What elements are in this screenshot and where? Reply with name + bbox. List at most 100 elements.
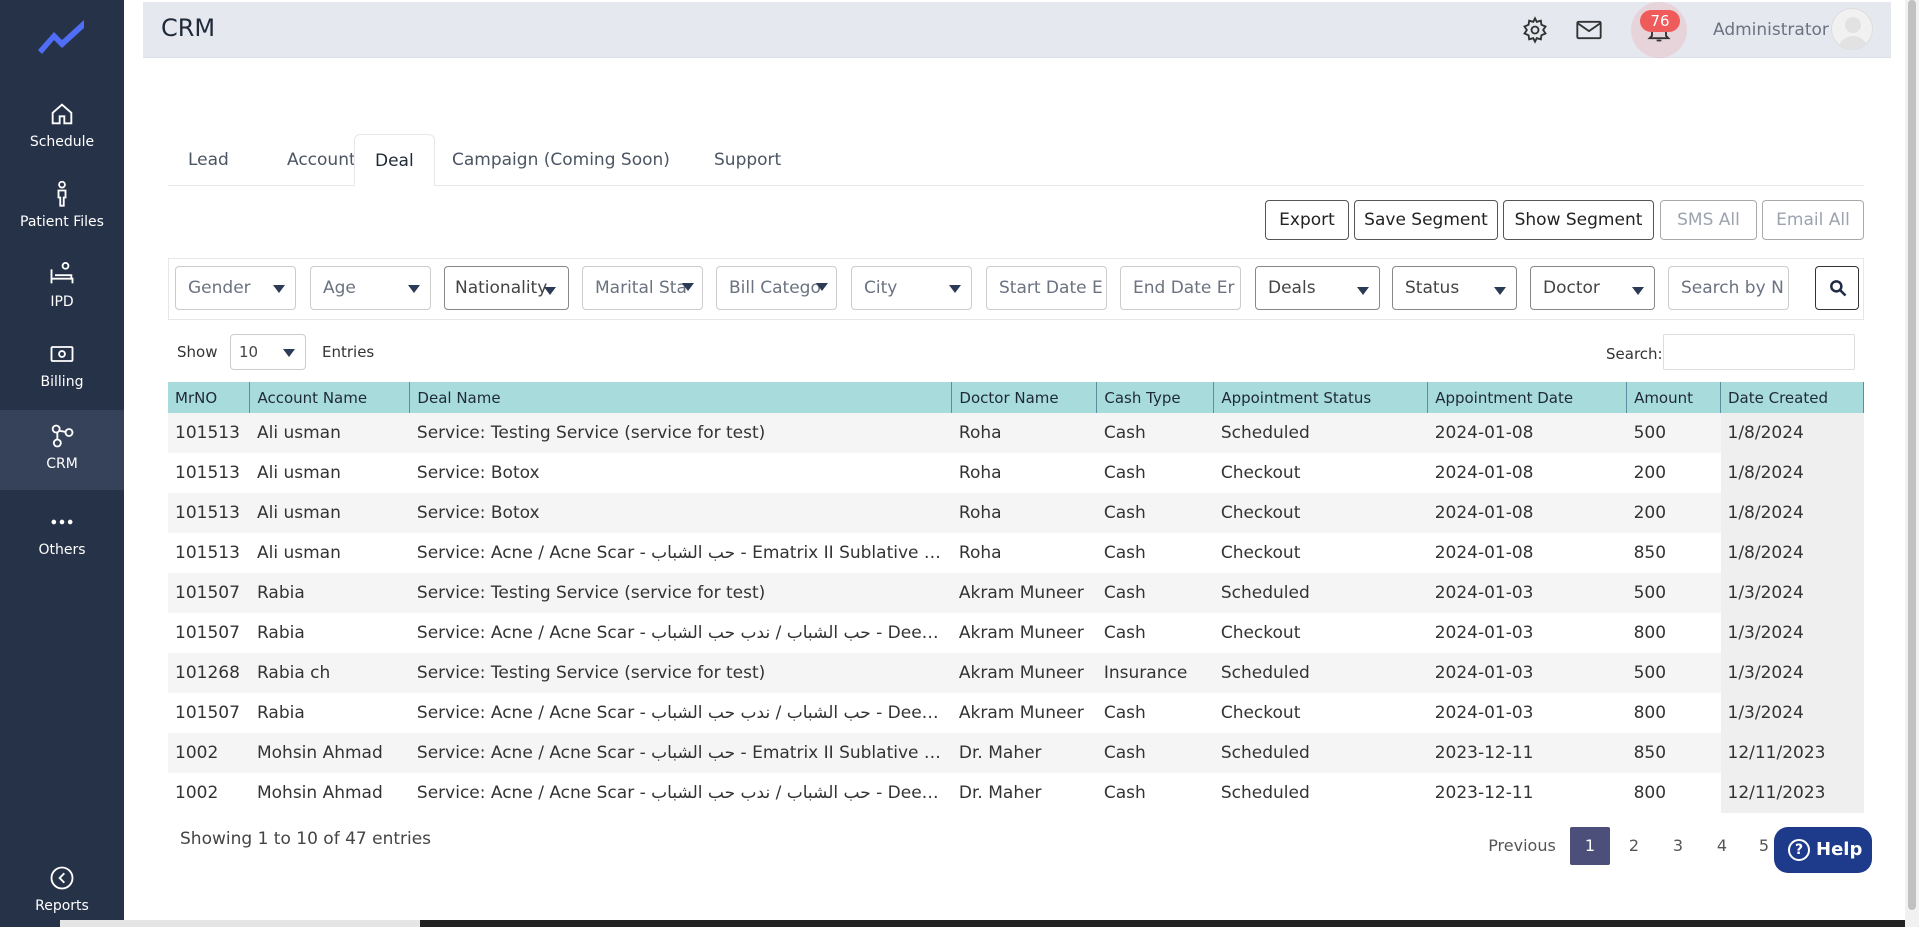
crm-tabs: Lead Account Deal Campaign (Coming Soon)… xyxy=(168,134,1864,186)
gender-select[interactable]: Gender xyxy=(175,266,296,310)
sidebar-item-others[interactable]: Others xyxy=(0,508,124,564)
table-cell: Checkout xyxy=(1213,533,1428,573)
table-cell: Mohsin Ahmad xyxy=(249,773,410,813)
show-segment-button[interactable]: Show Segment xyxy=(1503,200,1654,240)
table-cell: Akram Muneer xyxy=(951,613,1097,653)
table-cell: Scheduled xyxy=(1213,773,1428,813)
table-cell: Ali usman xyxy=(249,533,410,573)
status-select[interactable]: Status xyxy=(1392,266,1517,310)
doctor-select[interactable]: Doctor xyxy=(1530,266,1655,310)
email-all-button[interactable]: Email All xyxy=(1762,200,1864,240)
age-select[interactable]: Age xyxy=(310,266,431,310)
city-select[interactable]: City xyxy=(851,266,972,310)
table-cell: 101513 xyxy=(168,453,250,493)
city-select-label: City xyxy=(864,278,898,298)
table-cell: Checkout xyxy=(1213,613,1428,653)
logo-icon[interactable] xyxy=(36,18,88,54)
sidebar-item-ipd[interactable]: IPD xyxy=(0,260,124,316)
table-cell: Service: Testing Service (service for te… xyxy=(409,413,952,453)
help-button[interactable]: ? Help xyxy=(1774,827,1872,873)
bill-category-select[interactable]: Bill Catego xyxy=(716,266,837,310)
table-row[interactable]: 101513 Ali usman Service: Botox Roha Cash Che… xyxy=(168,493,1864,533)
save-segment-button[interactable]: Save Segment xyxy=(1354,200,1498,240)
table-row[interactable]: 101507 Rabia Service: Acne / Acne Scar - ح… xyxy=(168,693,1864,733)
table-cell: Rabia xyxy=(249,613,410,653)
start-date-input[interactable]: Start Date E xyxy=(986,266,1107,310)
column-header[interactable]: Appointment Status xyxy=(1213,382,1429,413)
tab-lead[interactable]: Lead xyxy=(168,134,249,186)
chevron-down-icon xyxy=(1494,287,1506,295)
table-cell: Service: Acne / Acne Scar - حب الشباب - … xyxy=(409,733,952,773)
end-date-input[interactable]: End Date Er xyxy=(1120,266,1241,310)
table-row[interactable]: 101507 Rabia Service: Acne / Acne Scar - ح… xyxy=(168,613,1864,653)
table-cell: 800 xyxy=(1626,773,1721,813)
table-row[interactable]: 101507 Rabia Service: Testing Service (ser… xyxy=(168,573,1864,613)
entries-select-value: 10 xyxy=(239,343,259,361)
column-header[interactable]: Cash Type xyxy=(1096,382,1215,413)
table-cell: 101513 xyxy=(168,533,250,573)
table-search-input[interactable] xyxy=(1663,334,1855,370)
table-cell: Service: Acne / Acne Scar - حب الشباب / … xyxy=(409,613,952,653)
table-row[interactable]: 101513 Ali usman Service: Acne / Acne Scar… xyxy=(168,533,1864,573)
sidebar-item-label: Billing xyxy=(40,374,84,390)
table-cell: 101513 xyxy=(168,413,250,453)
horizontal-scrollbar-thumb[interactable] xyxy=(60,920,420,927)
table-row[interactable]: 101268 Rabia ch Service: Testing Service (… xyxy=(168,653,1864,693)
scrollbar-thumb[interactable] xyxy=(1908,0,1916,910)
table-cell: Service: Botox xyxy=(409,453,952,493)
marital-status-select[interactable]: Marital Sta xyxy=(582,266,703,310)
chevron-down-icon xyxy=(283,349,295,357)
entries-select[interactable]: 10 xyxy=(230,334,306,370)
table-cell: Service: Acne / Acne Scar - حب الشباب / … xyxy=(409,693,952,733)
page-3-button[interactable]: 3 xyxy=(1658,827,1698,865)
search-button[interactable] xyxy=(1815,266,1859,310)
tab-campaign[interactable]: Campaign (Coming Soon) xyxy=(432,134,690,186)
home-icon xyxy=(51,103,73,125)
table-cell: Ali usman xyxy=(249,413,410,453)
column-header[interactable]: MrNO xyxy=(168,382,251,413)
sidebar-item-reports[interactable]: Reports xyxy=(0,864,124,920)
column-header[interactable]: Appointment Date xyxy=(1427,382,1628,413)
gear-icon[interactable] xyxy=(1521,16,1549,44)
column-header[interactable]: Account Name xyxy=(249,382,411,413)
search-icon xyxy=(1830,280,1847,297)
tab-deal[interactable]: Deal xyxy=(354,134,435,186)
table-cell: 2024-01-08 xyxy=(1427,493,1627,533)
deals-select[interactable]: Deals xyxy=(1255,266,1380,310)
tab-support[interactable]: Support xyxy=(694,134,801,186)
nationality-select[interactable]: Nationality xyxy=(444,266,569,310)
network-icon xyxy=(51,424,74,448)
search-by-input[interactable]: Search by N xyxy=(1668,266,1789,310)
previous-page-button[interactable]: Previous xyxy=(1480,827,1564,865)
sidebar-item-schedule[interactable]: Schedule xyxy=(0,100,124,162)
export-button[interactable]: Export xyxy=(1265,200,1349,240)
column-header[interactable]: Deal Name xyxy=(409,382,953,413)
table-row[interactable]: 101513 Ali usman Service: Botox Roha Cash Che… xyxy=(168,453,1864,493)
table-cell: 1/8/2024 xyxy=(1720,413,1864,453)
table-cell: 101507 xyxy=(168,573,250,613)
page-4-button[interactable]: 4 xyxy=(1702,827,1742,865)
table-cell: Roha xyxy=(951,533,1097,573)
mail-icon[interactable] xyxy=(1575,16,1603,44)
avatar[interactable] xyxy=(1831,8,1873,50)
table-row[interactable]: 1002 Mohsin Ahmad Service: Acne / Acne Sca… xyxy=(168,773,1864,813)
table-row[interactable]: 101513 Ali usman Service: Testing Service … xyxy=(168,413,1864,453)
table-cell: 2024-01-03 xyxy=(1427,653,1627,693)
table-cell: Roha xyxy=(951,413,1097,453)
column-header[interactable]: Amount xyxy=(1626,382,1721,413)
sidebar-item-patient-files[interactable]: Patient Files xyxy=(0,180,124,242)
column-header[interactable]: Date Created xyxy=(1720,382,1864,413)
page-1-button[interactable]: 1 xyxy=(1570,827,1610,865)
sidebar-item-crm[interactable]: CRM xyxy=(0,410,124,490)
table-cell: 1/8/2024 xyxy=(1720,493,1864,533)
table-row[interactable]: 1002 Mohsin Ahmad Service: Acne / Acne Sca… xyxy=(168,733,1864,773)
sms-all-button[interactable]: SMS All xyxy=(1660,200,1757,240)
sidebar-item-label: Schedule xyxy=(29,134,95,150)
table-cell: 850 xyxy=(1626,733,1721,773)
bill-category-select-label: Bill Catego xyxy=(729,278,821,298)
table-cell: Cash xyxy=(1096,773,1214,813)
column-header[interactable]: Doctor Name xyxy=(951,382,1098,413)
sidebar-item-billing[interactable]: Billing xyxy=(0,340,124,396)
user-name[interactable]: Administrator xyxy=(1713,20,1829,40)
page-2-button[interactable]: 2 xyxy=(1614,827,1654,865)
